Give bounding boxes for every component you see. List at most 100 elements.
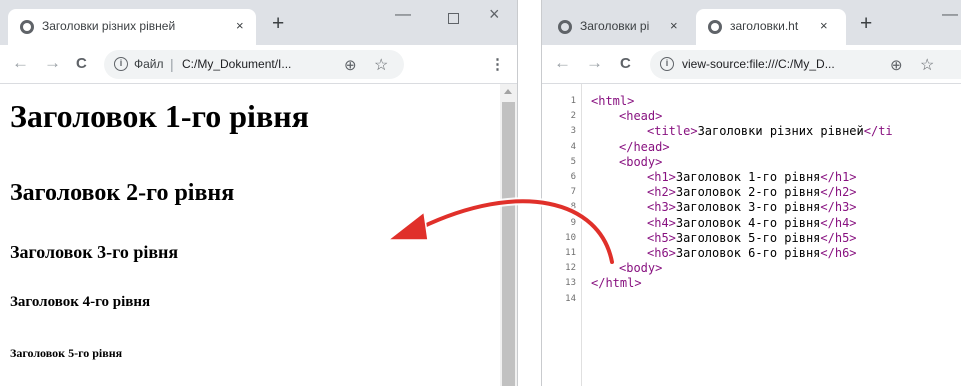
minimize-button[interactable]: — <box>942 6 958 24</box>
toolbar: ← → C i view-source:file:///C:/My_D... ⊕… <box>542 45 961 84</box>
heading-1: Заголовок 1-го рівня <box>10 98 309 134</box>
scroll-thumb[interactable] <box>502 102 515 386</box>
tab-title: Заголовки різних рівней <box>42 19 176 33</box>
source-tag: <h6> <box>647 246 676 260</box>
source-tag: <html> <box>591 94 635 108</box>
line-number: 14 <box>565 293 576 304</box>
star-icon[interactable]: ☆ <box>920 55 934 75</box>
heading-3: Заголовок 3-го рівня <box>10 242 179 262</box>
source-line: <body> <box>619 261 662 275</box>
new-tab-button[interactable]: + <box>272 12 284 36</box>
source-line: <h2>Заголовок 2-го рівня</h2> <box>647 185 857 199</box>
zoom-icon[interactable]: ⊕ <box>890 56 903 74</box>
source-text: Заголовок 6-го рівня <box>675 246 821 260</box>
source-line: <h1>Заголовок 1-го рівня</h1> <box>647 170 857 184</box>
source-line: <head> <box>619 109 662 123</box>
source-tag: <h1> <box>647 170 676 184</box>
source-view: 1 2 3 4 5 6 7 8 9 10 11 12 13 14 <html> <head> <title>З… <box>542 84 961 386</box>
scheme-label: Файл <box>134 57 164 71</box>
line-number: 2 <box>570 111 576 122</box>
source-tag: <h2> <box>647 185 676 200</box>
line-number: 8 <box>570 202 576 213</box>
heading-2: Заголовок 2-го рівня <box>10 180 235 206</box>
reload-button[interactable]: C <box>76 55 87 72</box>
source-tag: <h5> <box>647 230 676 245</box>
browser-window-rendered: Заголовки різних рівней × + — × ← → C i … <box>0 0 518 386</box>
globe-icon <box>558 20 572 34</box>
line-number: 7 <box>570 187 576 198</box>
tab-title: Заголовки рі <box>580 19 650 33</box>
line-number: 13 <box>565 278 576 289</box>
url-text[interactable]: C:/My_Dokument/I... <box>182 57 332 71</box>
address-bar[interactable]: i Файл | C:/My_Dokument/I... ⊕ ☆ <box>104 50 404 79</box>
source-line: <h4>Заголовок 4-го рівня</h4> <box>647 216 857 230</box>
heading-5: Заголовок 5-го рівня <box>10 346 123 360</box>
tab-title: заголовки.ht <box>730 19 799 33</box>
source-line: </head> <box>619 140 670 154</box>
reload-button[interactable]: C <box>620 55 631 72</box>
line-number: 3 <box>570 126 576 137</box>
globe-icon <box>708 20 722 34</box>
source-tag: <body> <box>619 154 663 169</box>
heading-4: Заголовок 4-го рівня <box>10 294 151 310</box>
new-tab-button[interactable]: + <box>860 12 872 36</box>
line-number: 10 <box>565 232 576 243</box>
line-number: 12 <box>565 263 576 274</box>
source-text: Заголовок 1-го рівня <box>675 170 821 184</box>
source-line: <h3>Заголовок 3-го рівня</h3> <box>647 200 857 214</box>
line-number: 11 <box>565 248 576 258</box>
source-tag: </html> <box>591 276 642 291</box>
source-text: Заголовок 2-го рівня <box>675 185 821 200</box>
line-number: 5 <box>570 156 576 167</box>
source-tag: </h1> <box>820 170 857 184</box>
source-tag: <title> <box>647 124 698 139</box>
source-tag: </h4> <box>820 215 857 230</box>
back-button[interactable]: ← <box>554 53 571 73</box>
source-text: Заголовок 4-го рівня <box>675 215 821 230</box>
line-number: 4 <box>570 141 576 152</box>
tab-strip: Заголовки різних рівней × + — × <box>0 0 517 45</box>
tab-close-icon[interactable]: × <box>236 18 244 33</box>
tab-source[interactable]: заголовки.ht × <box>696 9 846 45</box>
source-tag: <body> <box>619 261 663 276</box>
maximize-button[interactable] <box>448 13 459 24</box>
source-line: <html> <box>591 94 634 108</box>
tab-close-icon[interactable]: × <box>670 18 678 33</box>
tab-headings[interactable]: Заголовки рі × <box>546 9 696 45</box>
address-bar[interactable]: i view-source:file:///C:/My_D... ⊕ ☆ <box>650 50 961 79</box>
source-text: Заголовок 5-го рівня <box>675 230 821 245</box>
vertical-scrollbar[interactable] <box>500 84 517 386</box>
tab-close-icon[interactable]: × <box>820 18 828 33</box>
source-tag: </head> <box>619 139 670 154</box>
globe-icon <box>20 20 34 34</box>
zoom-icon[interactable]: ⊕ <box>344 56 357 74</box>
source-line: <title>Заголовки різних рівней</ti <box>647 124 893 138</box>
line-number: 1 <box>570 96 576 106</box>
star-icon[interactable]: ☆ <box>374 55 388 75</box>
close-window-button[interactable]: × <box>489 4 500 25</box>
info-icon[interactable]: i <box>114 57 128 71</box>
source-tag: </h3> <box>820 200 857 215</box>
browser-window-source: Заголовки рі × заголовки.ht × + — ← → C … <box>541 0 961 386</box>
tab-headings[interactable]: Заголовки різних рівней × <box>8 9 256 45</box>
source-text: Заголовки різних рівней <box>697 124 864 139</box>
minimize-button[interactable]: — <box>395 6 411 24</box>
forward-button[interactable]: → <box>44 53 61 73</box>
info-icon[interactable]: i <box>660 57 674 71</box>
source-line: </html> <box>591 276 642 290</box>
line-number-gutter: 1 2 3 4 5 6 7 8 9 10 11 12 13 14 <box>542 84 582 386</box>
menu-icon[interactable]: ⋮ <box>490 55 505 73</box>
source-line: <h5>Заголовок 5-го рівня</h5> <box>647 231 857 245</box>
back-button[interactable]: ← <box>12 53 29 73</box>
source-text: Заголовок 3-го рівня <box>675 200 821 215</box>
source-line: <h6>Заголовок 6-го рівня</h6> <box>647 246 857 260</box>
url-text[interactable]: view-source:file:///C:/My_D... <box>682 57 872 71</box>
source-tag: </h6> <box>820 246 857 260</box>
forward-button[interactable]: → <box>586 53 603 73</box>
scroll-up-icon[interactable] <box>504 89 512 94</box>
separator: | <box>170 56 174 72</box>
source-tag: <h4> <box>647 215 676 230</box>
source-tag: </h2> <box>820 185 857 200</box>
toolbar: ← → C i Файл | C:/My_Dokument/I... ⊕ ☆ ⋮ <box>0 45 517 84</box>
line-number: 6 <box>570 172 576 182</box>
